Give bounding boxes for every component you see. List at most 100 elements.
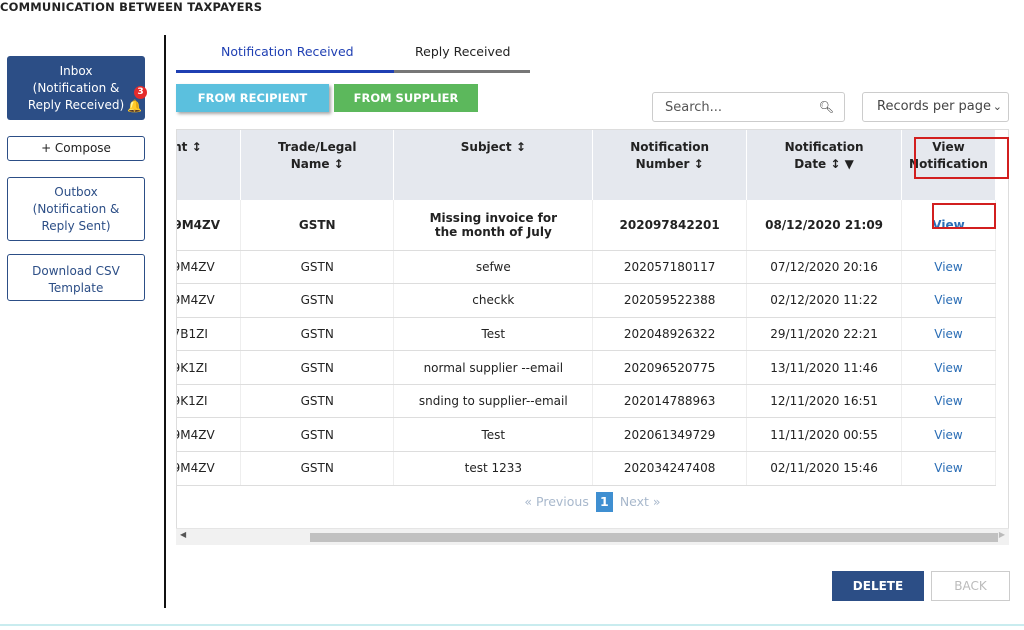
inbox-label: Inbox (Notification & Reply Received) xyxy=(27,64,125,112)
cell-trade-name: GSTN xyxy=(300,394,334,409)
cell-gstin-cell: 09M4ZV xyxy=(177,200,241,251)
tab-indicator-active xyxy=(176,70,394,73)
view-link[interactable]: View xyxy=(934,293,962,307)
view-link[interactable]: View xyxy=(934,327,962,341)
scroll-right-icon[interactable]: ▶ xyxy=(999,530,1005,539)
cell-notification-number: 202059522388 xyxy=(623,293,716,308)
cell-gstin-cell: 47B1ZI xyxy=(177,317,241,352)
cell-notification-number: 202061349729 xyxy=(623,427,716,442)
cell-notification-date-cell: 12/11/2020 16:51 xyxy=(746,384,902,419)
cell-trade-name: GSTN xyxy=(300,326,334,341)
outbox-button[interactable]: Outbox (Notification & Reply Sent) xyxy=(7,177,145,241)
view-link-cell: View xyxy=(901,283,996,318)
chevron-down-icon: ⌄ xyxy=(992,100,1002,113)
cell-trade-name-cell: GSTN xyxy=(240,250,395,285)
cell-gstin-cell: 59K1ZI xyxy=(177,384,241,419)
cell-notification-date: 29/11/2020 22:21 xyxy=(770,326,878,341)
table-row[interactable]: 09M4ZV GSTN sefwe 202057180117 07/12/2020 20… xyxy=(177,250,996,285)
cell-trade-name: GSTN xyxy=(300,360,334,375)
cell-notification-number: 202034247408 xyxy=(623,461,716,476)
bell-icon: 🔔 xyxy=(127,99,142,113)
footer-divider xyxy=(0,624,1024,626)
table-row[interactable]: 09M4ZV GSTN checkk 202059522388 02/12/2020 1… xyxy=(177,283,996,318)
cell-gstin: 09M4ZV xyxy=(177,217,220,232)
cell-trade-name-cell: GSTN xyxy=(240,283,395,318)
cell-notification-date: 12/11/2020 16:51 xyxy=(770,394,878,409)
cell-notification-date-cell: 08/12/2020 21:09 xyxy=(746,200,902,251)
cell-notification-date: 02/12/2020 11:22 xyxy=(770,293,878,308)
view-link[interactable]: View xyxy=(934,461,962,475)
cell-gstin: 09M4ZV xyxy=(177,461,215,476)
previous-page-link[interactable]: « Previous xyxy=(524,494,588,509)
view-link[interactable]: View xyxy=(934,394,962,408)
cell-gstin-cell: 59K1ZI xyxy=(177,350,241,385)
cell-subject-cell: normal supplier --email xyxy=(393,350,594,385)
cell-subject-cell: sefwe xyxy=(393,250,594,285)
view-link[interactable]: View xyxy=(934,428,962,442)
table-header-row: ent ↕ Trade/Legal Name ↕ Subject ↕ Notif… xyxy=(177,130,996,200)
cell-gstin: 59K1ZI xyxy=(177,394,208,409)
cell-subject: Test xyxy=(481,326,506,341)
search-input[interactable] xyxy=(653,93,803,121)
cell-notification-number-cell: 202034247408 xyxy=(592,451,748,486)
table-row[interactable]: 09M4ZV GSTN Missing invoice for the month … xyxy=(177,200,996,251)
outbox-label: Outbox (Notification & Reply Sent) xyxy=(32,185,120,233)
col-subject-header[interactable]: Subject ↕ xyxy=(393,130,594,200)
horizontal-scrollbar[interactable]: ◀ ▶ xyxy=(176,528,1009,545)
compose-button[interactable]: + Compose xyxy=(7,136,145,161)
view-link-cell: View xyxy=(901,317,996,352)
cell-trade-name: GSTN xyxy=(300,293,334,308)
cell-subject-cell: snding to supplier--email xyxy=(393,384,594,419)
cell-notification-date: 07/12/2020 20:16 xyxy=(770,259,878,274)
cell-trade-name-cell: GSTN xyxy=(240,200,395,251)
next-page-link[interactable]: Next » xyxy=(620,494,661,509)
cell-notification-number: 202014788963 xyxy=(623,394,716,409)
cell-gstin-cell: 09M4ZV xyxy=(177,283,241,318)
cell-gstin-cell: 09M4ZV xyxy=(177,451,241,486)
table-row[interactable]: 59K1ZI GSTN normal supplier --email 2020965… xyxy=(177,350,996,385)
cell-gstin: 09M4ZV xyxy=(177,293,215,308)
tab-notification-received[interactable]: Notification Received xyxy=(221,44,354,64)
page-number-current[interactable]: 1 xyxy=(595,492,613,512)
cell-subject-cell: test 1233 xyxy=(393,451,594,486)
view-link-cell: View xyxy=(901,417,996,453)
view-link[interactable]: View xyxy=(932,218,964,232)
download-csv-button[interactable]: Download CSV Template xyxy=(7,254,145,301)
notifications-table: ent ↕ Trade/Legal Name ↕ Subject ↕ Notif… xyxy=(176,129,1009,545)
cell-subject: sefwe xyxy=(475,259,511,274)
cell-notification-number: 202048926322 xyxy=(623,326,716,341)
cell-trade-name-cell: GSTN xyxy=(240,317,395,352)
table-row[interactable]: 09M4ZV GSTN Test 202061349729 11/11/2020 00:… xyxy=(177,417,996,453)
records-per-page-select[interactable]: Records per page ⌄ xyxy=(862,92,1009,122)
view-link-cell: View xyxy=(901,350,996,385)
view-link[interactable]: View xyxy=(934,260,962,274)
search-icon[interactable]: 🔍︎ xyxy=(819,100,834,114)
download-csv-label: Download CSV Template xyxy=(32,264,120,295)
view-link[interactable]: View xyxy=(934,361,962,375)
cell-subject: checkk xyxy=(472,293,515,308)
delete-button[interactable]: DELETE xyxy=(832,571,924,601)
col-gstin-header[interactable]: ent ↕ xyxy=(177,130,241,200)
from-recipient-button[interactable]: FROM RECIPIENT xyxy=(176,84,329,112)
table-row[interactable]: 59K1ZI GSTN snding to supplier--email 20201… xyxy=(177,384,996,419)
table-row[interactable]: 09M4ZV GSTN test 1233 202034247408 02/11/202… xyxy=(177,451,996,486)
tab-reply-received[interactable]: Reply Received xyxy=(415,44,510,64)
search-box: 🔍︎ xyxy=(652,92,845,122)
cell-gstin-cell: 09M4ZV xyxy=(177,417,241,453)
cell-notification-number: 202097842201 xyxy=(619,217,720,232)
table-row[interactable]: 47B1ZI GSTN Test 202048926322 29/11/2020 22:… xyxy=(177,317,996,352)
cell-notification-number: 202096520775 xyxy=(623,360,716,375)
col-notification-date-header[interactable]: Notification Date ↕ ▼ xyxy=(746,130,902,200)
scrollbar-thumb[interactable] xyxy=(310,533,998,542)
cell-notification-number-cell: 202059522388 xyxy=(592,283,748,318)
cell-gstin: 09M4ZV xyxy=(177,259,215,274)
vertical-divider xyxy=(164,35,166,608)
inbox-button[interactable]: Inbox (Notification & Reply Received) 🔔 … xyxy=(7,56,147,120)
scroll-left-icon[interactable]: ◀ xyxy=(180,530,186,539)
cell-trade-name-cell: GSTN xyxy=(240,451,395,486)
from-supplier-button[interactable]: FROM SUPPLIER xyxy=(334,84,478,112)
cell-subject-cell: Test xyxy=(393,317,594,352)
col-notification-number-header[interactable]: Notification Number ↕ xyxy=(592,130,748,200)
col-trade-name-header[interactable]: Trade/Legal Name ↕ xyxy=(240,130,395,200)
back-button: BACK xyxy=(931,571,1010,601)
